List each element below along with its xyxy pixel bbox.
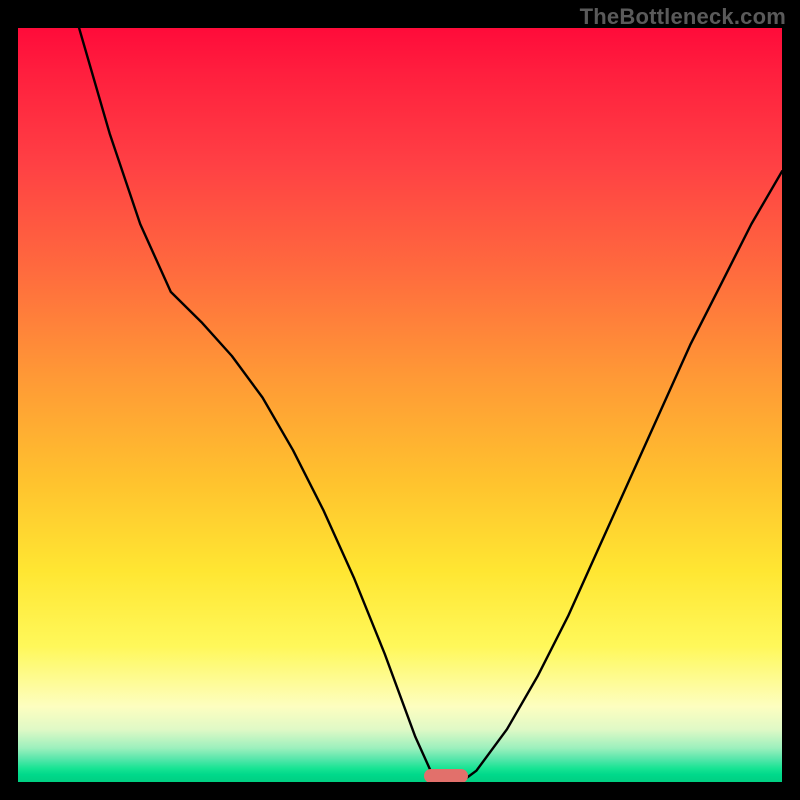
chart-frame: TheBottleneck.com	[0, 0, 800, 800]
watermark-text: TheBottleneck.com	[580, 4, 786, 30]
optimal-balance-marker	[424, 769, 468, 782]
bottleneck-curve-svg	[18, 28, 782, 782]
bottleneck-curve-line	[18, 28, 782, 782]
plot-area	[18, 28, 782, 782]
